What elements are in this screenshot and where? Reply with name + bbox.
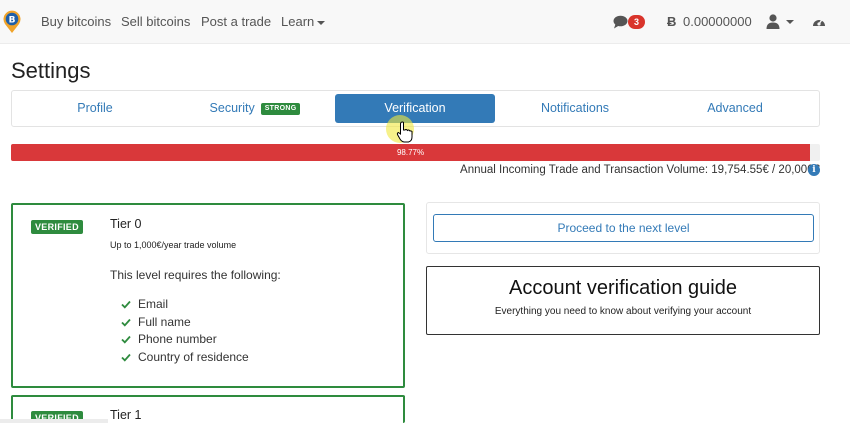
tier-0-volume-limit: Up to 1,000€/year trade volume — [110, 240, 237, 250]
next-level-panel: Proceed to the next level — [426, 202, 820, 254]
wallet-balance[interactable]: 0.00000000 — [683, 14, 752, 29]
tab-notifications-label: Notifications — [540, 101, 610, 115]
requirement-label: Phone number — [138, 332, 217, 346]
chat-bubble-icon[interactable] — [613, 15, 628, 29]
requirement-item: Phone number — [121, 331, 249, 349]
verification-guide-box[interactable]: Account verification guide Everything yo… — [426, 266, 820, 335]
requirement-item: Full name — [121, 314, 249, 332]
checkmark-icon — [121, 318, 131, 327]
tab-notifications[interactable]: Notifications — [495, 94, 655, 123]
tier-0-name: Tier 0 — [110, 217, 142, 231]
tab-security-label: Security — [209, 101, 255, 115]
proceed-next-level-button[interactable]: Proceed to the next level — [433, 214, 814, 242]
bitcoin-icon: Ƀ — [667, 14, 677, 29]
tier-0-card: VERIFIED Tier 0 Up to 1,000€/year trade … — [11, 203, 405, 388]
volume-progress-label: 98.77% — [396, 148, 425, 157]
hand-pointer-icon — [396, 121, 413, 143]
svg-text:B: B — [9, 16, 16, 26]
annual-volume-text: Annual Incoming Trade and Transaction Vo… — [460, 164, 820, 176]
nav-sell-bitcoins-link[interactable]: Sell bitcoins — [121, 14, 190, 29]
requirement-label: Full name — [138, 314, 191, 329]
nav-post-trade-link[interactable]: Post a trade — [201, 14, 271, 29]
requirement-label: Email — [138, 297, 169, 311]
tier-0-verified-badge: VERIFIED — [31, 220, 83, 234]
guide-subtitle: Everything you need to know about verify… — [494, 306, 752, 317]
tab-verification[interactable]: Verification — [335, 94, 495, 123]
volume-progress-bar: 98.77% — [11, 144, 820, 161]
guide-title: Account verification guide — [509, 277, 737, 299]
security-strength-badge: STRONG — [260, 102, 301, 115]
tab-advanced-label: Advanced — [707, 101, 763, 115]
chevron-down-icon — [317, 20, 326, 25]
tab-profile-label: Profile — [77, 101, 113, 115]
message-count-badge[interactable]: 3 — [628, 15, 645, 29]
checkmark-icon — [121, 300, 131, 309]
checkmark-icon — [121, 335, 131, 344]
bottom-status-strip — [0, 419, 108, 423]
requirement-item: Email — [121, 296, 249, 314]
tier-0-requirements-list: Email Full name Phone number Country of … — [121, 296, 249, 366]
page-title: Settings — [11, 58, 91, 83]
tab-verification-label: Verification — [384, 101, 446, 115]
user-icon[interactable] — [766, 14, 780, 29]
site-logo-icon[interactable]: B — [2, 10, 22, 34]
nav-learn-dropdown[interactable]: Learn — [281, 14, 326, 29]
user-menu-chevron-down-icon[interactable] — [786, 20, 794, 24]
tier-0-requirements-intro: This level requires the following: — [110, 268, 281, 282]
info-icon[interactable]: i — [808, 164, 820, 176]
tab-security[interactable]: Security STRONG — [175, 94, 335, 123]
top-navbar: B Buy bitcoins Sell bitcoins Post a trad… — [0, 0, 850, 44]
nav-buy-bitcoins-link[interactable]: Buy bitcoins — [41, 14, 111, 29]
tab-advanced[interactable]: Advanced — [655, 94, 815, 123]
nav-learn-label: Learn — [281, 14, 315, 29]
requirement-item: Country of residence — [121, 349, 249, 367]
dashboard-gauge-icon[interactable] — [812, 15, 826, 28]
settings-tabs: Profile Security STRONG Verification Noti… — [11, 90, 820, 127]
tab-profile[interactable]: Profile — [15, 94, 175, 123]
requirement-label: Country of residence — [138, 349, 249, 364]
checkmark-icon — [121, 353, 131, 362]
tier-1-name: Tier 1 — [110, 408, 142, 422]
